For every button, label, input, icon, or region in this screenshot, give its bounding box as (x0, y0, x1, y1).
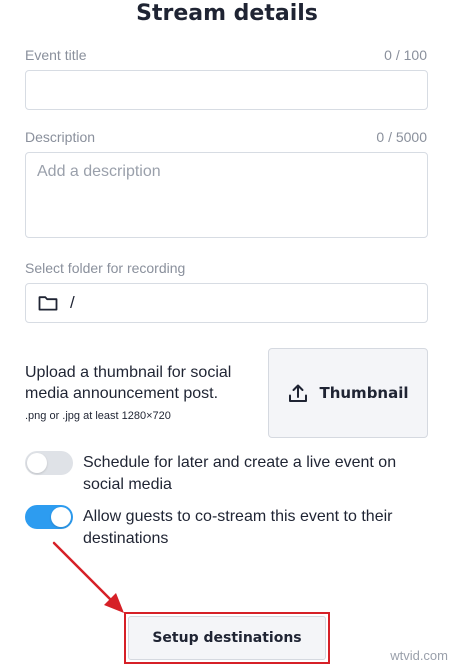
folder-label: Select folder for recording (25, 260, 186, 276)
thumbnail-upload-button[interactable]: Thumbnail (268, 348, 428, 438)
description-input[interactable] (25, 152, 428, 238)
allow-guests-costream-label: Allow guests to co-stream this event to … (83, 508, 393, 547)
event-title-input[interactable] (25, 70, 428, 110)
setup-destinations-button[interactable]: Setup destinations (128, 616, 326, 660)
schedule-later-label: Schedule for later and create a live eve… (83, 454, 397, 493)
folder-path: / (70, 293, 75, 312)
page-title: Stream details (136, 1, 318, 26)
thumbnail-description: Upload a thumbnail for social media anno… (25, 364, 232, 402)
thumbnail-hint: .png or .jpg at least 1280×720 (25, 410, 171, 422)
description-counter: 0 / 5000 (376, 129, 427, 145)
upload-icon (289, 384, 308, 402)
event-title-label: Event title (25, 47, 87, 63)
description-label: Description (25, 129, 96, 145)
watermark: wtvid.com (390, 648, 448, 663)
event-title-counter: 0 / 100 (384, 47, 427, 63)
toggle-knob (51, 507, 71, 527)
folder-select[interactable]: / (25, 283, 428, 323)
toggle-knob (27, 453, 47, 473)
allow-guests-costream-toggle[interactable] (25, 505, 73, 529)
folder-icon (38, 296, 58, 311)
schedule-later-toggle[interactable] (25, 451, 73, 475)
thumbnail-button-label: Thumbnail (319, 384, 409, 402)
